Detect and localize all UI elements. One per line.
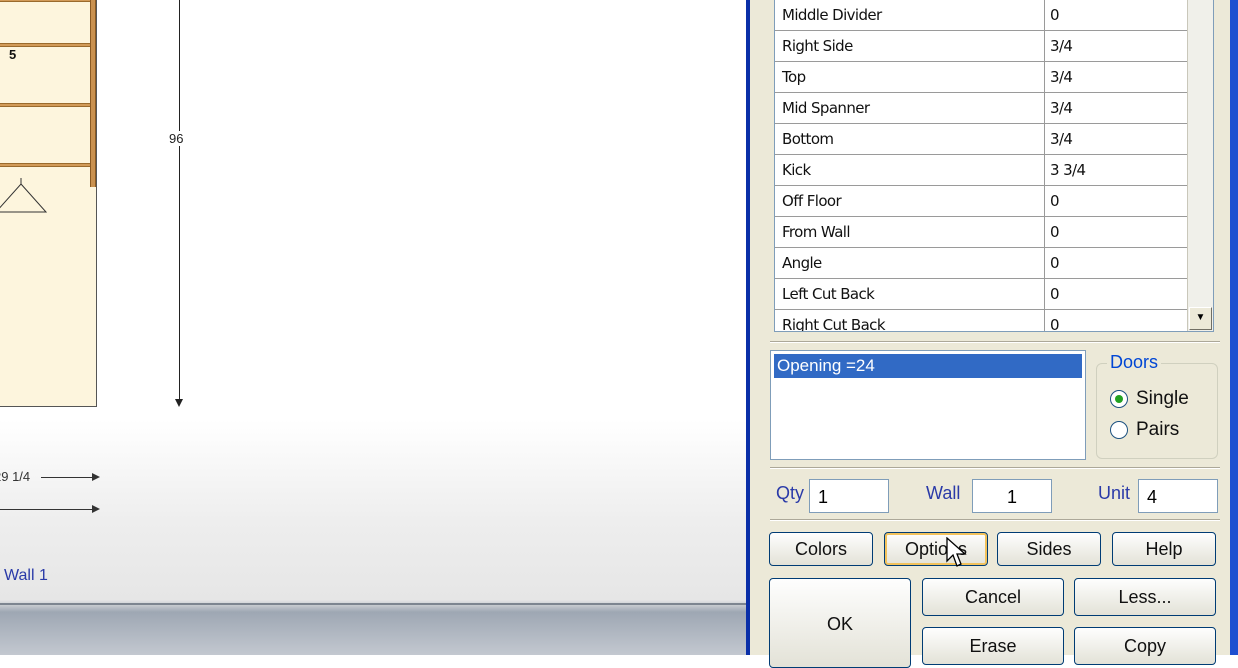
options-button[interactable]: Options [884,532,988,566]
width-dimension-line [41,477,95,478]
properties-scrollbar[interactable]: ▼ [1187,0,1213,331]
properties-row[interactable]: Off Floor 0 [775,186,1189,217]
properties-row[interactable]: Right Side 3/4 [775,31,1189,62]
drawing-canvas[interactable]: 5 96 29 1/4 Wall 1 [0,0,748,655]
separator [770,467,1220,469]
qty-input[interactable]: 1 [809,479,889,513]
doors-groupbox [1096,363,1218,459]
hanger-icon [0,178,48,213]
property-value-cell[interactable]: 0 [1045,279,1189,309]
properties-row[interactable]: Top 3/4 [775,62,1189,93]
arrow-right-icon [92,505,100,513]
radio-checked-icon[interactable] [1110,390,1128,408]
colors-button[interactable]: Colors [769,532,873,566]
properties-row[interactable]: Middle Divider 0 [775,0,1189,31]
unit-label: Unit [1098,483,1131,503]
properties-row[interactable]: Left Cut Back 0 [775,279,1189,310]
property-name-cell: Mid Spanner [775,93,1045,123]
properties-row[interactable]: Angle 0 [775,248,1189,279]
radio-label: Single [1136,388,1189,409]
wall-input[interactable]: 1 [972,479,1052,513]
property-name-cell: Right Side [775,31,1045,61]
property-name-cell: Middle Divider [775,0,1045,30]
separator [770,341,1220,343]
cancel-button[interactable]: Cancel [922,578,1064,616]
properties-row[interactable]: From Wall 0 [775,217,1189,248]
erase-button[interactable]: Erase [922,627,1064,665]
property-value-cell[interactable]: 0 [1045,217,1189,247]
property-value-cell[interactable]: 3/4 [1045,31,1189,61]
property-name-cell: Top [775,62,1045,92]
less-button[interactable]: Less... [1074,578,1216,616]
separator [770,519,1220,521]
shelf-number: 5 [9,47,17,62]
arrow-down-icon [175,399,183,407]
radio-label: Pairs [1136,419,1180,440]
arrow-right-icon [92,473,100,481]
help-button[interactable]: Help [1112,532,1216,566]
openings-list-item[interactable]: Opening =24 [774,354,1082,378]
property-value-cell[interactable]: 0 [1045,0,1189,30]
property-value-cell[interactable]: 0 [1045,310,1189,331]
property-name-cell: From Wall [775,217,1045,247]
wall-label: Wall 1 [4,567,48,584]
property-value-cell[interactable]: 3 3/4 [1045,155,1189,185]
unit-input[interactable]: 4 [1138,479,1218,513]
doors-group-title: Doors [1107,352,1162,373]
copy-button[interactable]: Copy [1074,627,1216,665]
window-border [1230,0,1238,655]
height-dimension-line [179,0,180,405]
property-value-cell[interactable]: 3/4 [1045,124,1189,154]
property-name-cell: Angle [775,248,1045,278]
hang-rod-shelf [0,163,95,167]
property-value-cell[interactable]: 3/4 [1045,93,1189,123]
properties-row[interactable]: Mid Spanner 3/4 [775,93,1189,124]
property-value-cell[interactable]: 3/4 [1045,62,1189,92]
property-value-cell[interactable]: 0 [1045,248,1189,278]
height-dimension-label: 96 [168,131,185,146]
cabinet-side-panel [90,0,96,187]
shelf [0,103,95,107]
wall-label: Wall [926,483,961,503]
radio-unchecked-icon[interactable] [1110,421,1128,439]
properties-row[interactable]: Right Cut Back 0 [775,310,1189,331]
cabinet-properties-dialog: Middle Divider 0 Right Side 3/4 Top 3/4 Mid Sp… [746,0,1238,668]
canvas-divider [0,603,748,605]
property-name-cell: Off Floor [775,186,1045,216]
mouse-cursor-icon [946,537,967,567]
width-dimension-label: 29 1/4 [0,469,31,484]
wall-dimension-line [0,509,95,510]
property-name-cell: Kick [775,155,1045,185]
properties-row[interactable]: Kick 3 3/4 [775,155,1189,186]
properties-row[interactable]: Bottom 3/4 [775,124,1189,155]
shelf [0,0,95,2]
sides-button[interactable]: Sides [997,532,1101,566]
property-name-cell: Bottom [775,124,1045,154]
property-name-cell: Right Cut Back [775,310,1045,331]
property-value-cell[interactable]: 0 [1045,186,1189,216]
property-name-cell: Left Cut Back [775,279,1045,309]
qty-label: Qty [776,483,805,503]
chevron-down-icon[interactable]: ▼ [1189,307,1212,330]
openings-list[interactable]: Opening =24 [770,350,1086,460]
properties-grid[interactable]: Middle Divider 0 Right Side 3/4 Top 3/4 Mid Sp… [774,0,1214,332]
